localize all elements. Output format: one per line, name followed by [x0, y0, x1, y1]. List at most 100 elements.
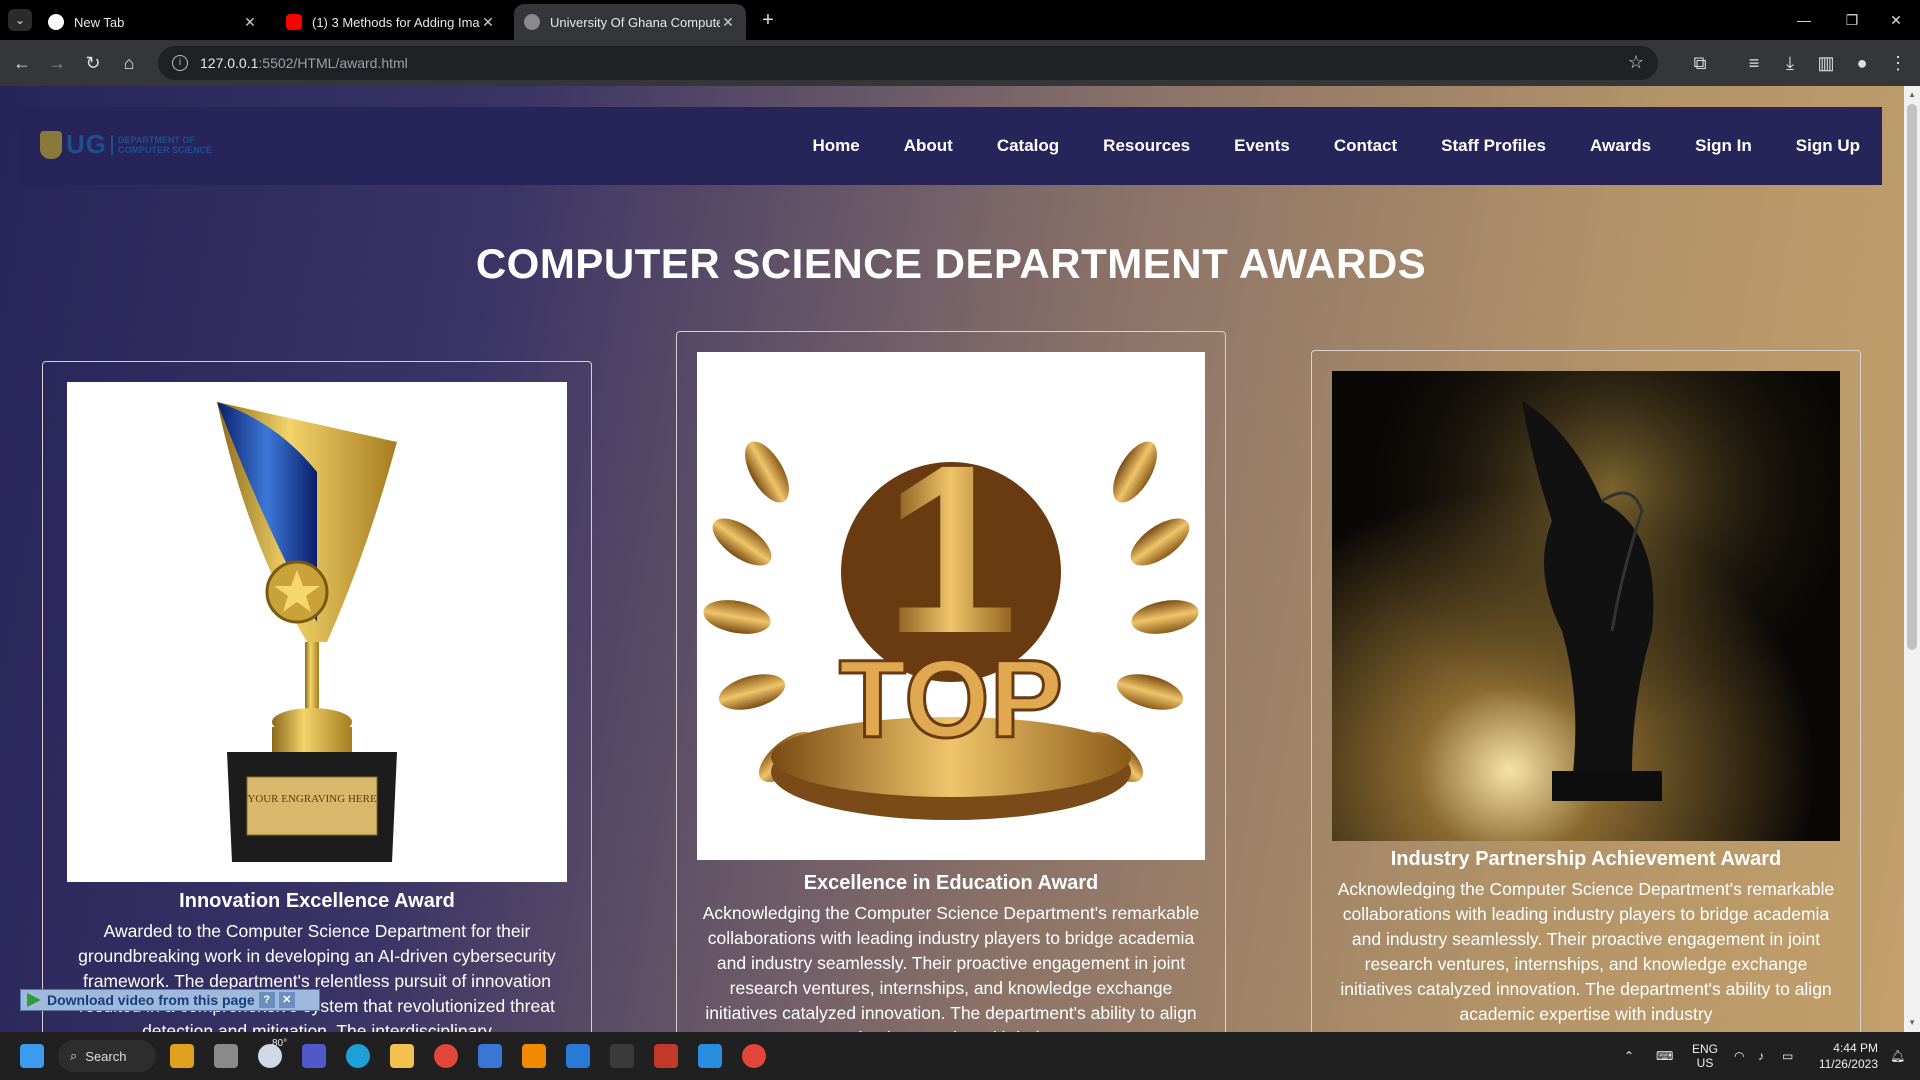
crest-icon: [40, 130, 62, 159]
tab-search-dropdown-icon[interactable]: ⌄: [8, 9, 32, 31]
windows-start-icon[interactable]: [20, 1044, 44, 1068]
tab-new-tab[interactable]: New Tab ✕: [38, 4, 268, 40]
page-title: COMPUTER SCIENCE DEPARTMENT AWARDS: [475, 240, 1427, 287]
download-video-label[interactable]: Download video from this page: [47, 992, 255, 1008]
tab-youtube[interactable]: (1) 3 Methods for Adding Imag ✕: [276, 4, 506, 40]
scroll-down-arrow-icon[interactable]: ▼: [1908, 1018, 1916, 1027]
download-icon[interactable]: ⤓: [1776, 49, 1804, 77]
search-label: Search: [85, 1048, 127, 1064]
paint-icon[interactable]: [566, 1044, 590, 1068]
top-one-award-image: 1 TOP: [697, 352, 1205, 860]
volume-icon[interactable]: ♪: [1758, 1032, 1764, 1080]
close-tab-icon[interactable]: ✕: [720, 14, 736, 31]
reload-icon[interactable]: ↻: [79, 49, 107, 77]
file-explorer-icon[interactable]: [390, 1044, 414, 1068]
close-tab-icon[interactable]: ✕: [242, 14, 258, 31]
scroll-up-arrow-icon[interactable]: ▲: [1908, 90, 1916, 99]
back-arrow-icon[interactable]: ←: [8, 49, 36, 77]
download-video-bar[interactable]: Download video from this page ? ✕: [20, 989, 320, 1011]
clock-date: 11/26/2023: [1818, 1057, 1878, 1071]
edge-icon[interactable]: [346, 1044, 370, 1068]
widgets-icon[interactable]: [170, 1044, 194, 1068]
address-bar[interactable]: i 127.0.0.1:5502/HTML/award.html ☆: [158, 46, 1658, 80]
battery-icon[interactable]: ▭: [1782, 1032, 1793, 1080]
language-indicator[interactable]: ENG US: [1692, 1032, 1718, 1080]
site-logo[interactable]: UG DEPARTMENT OF COMPUTER SCIENCE: [40, 129, 212, 160]
home-icon[interactable]: ⌂: [115, 49, 143, 77]
clock[interactable]: 4:44 PM 11/26/2023: [1819, 1040, 1878, 1072]
language-code: ENG: [1692, 1042, 1719, 1056]
award-title: Excellence in Education Award: [803, 872, 1099, 894]
award-card-education: 1 TOP Excellence in Education Award Ackn…: [676, 331, 1226, 1032]
youtube-icon: [286, 14, 302, 30]
nav-sign-in[interactable]: Sign In: [1695, 136, 1752, 156]
award-title: Industry Partnership Achievement Award: [1390, 848, 1782, 870]
main-navigation: Home About Catalog Resources Events Cont…: [791, 107, 1883, 185]
weather-temperature: 80°: [272, 1038, 288, 1049]
logo-subtitle-line-2: COMPUTER SCIENCE: [118, 144, 213, 155]
award-description: Awarded to the Computer Science Departme…: [78, 921, 556, 1032]
wifi-icon[interactable]: ◠: [1734, 1032, 1744, 1080]
award-card-innovation: YOUR ENGRAVING HERE Innovation Excellenc…: [42, 361, 592, 1032]
black-sculpture-award-image: [1332, 371, 1840, 841]
site-navbar: UG DEPARTMENT OF COMPUTER SCIENCE Home A…: [18, 107, 1882, 185]
tray-chevron-icon[interactable]: ⌃: [1624, 1032, 1634, 1080]
nav-catalog[interactable]: Catalog: [997, 136, 1059, 156]
browser-toolbar: ← → ↻ ⌂ i 127.0.0.1:5502/HTML/award.html…: [0, 40, 1920, 86]
logo-text: UG: [66, 129, 107, 159]
nav-staff-profiles[interactable]: Staff Profiles: [1441, 136, 1546, 156]
extensions-icon[interactable]: ⧉: [1686, 49, 1714, 77]
tab-title: New Tab: [74, 14, 125, 30]
close-overlay-icon[interactable]: ✕: [278, 992, 295, 1008]
nav-sign-up[interactable]: Sign Up: [1796, 136, 1860, 156]
keyboard-icon[interactable]: ⌨: [1656, 1032, 1673, 1080]
bookmark-star-icon[interactable]: ☆: [1628, 52, 1644, 73]
chrome-taskbar-icon[interactable]: [434, 1044, 458, 1068]
nav-home[interactable]: Home: [813, 136, 860, 156]
tab-title: (1) 3 Methods for Adding Imag: [312, 14, 480, 30]
profile-avatar-icon[interactable]: ●: [1848, 49, 1876, 77]
award-description: Acknowledging the Computer Science Depar…: [1337, 879, 1835, 1024]
region-code: US: [1696, 1056, 1714, 1070]
search-icon: ⌕: [70, 1048, 78, 1063]
scrollbar-thumb[interactable]: [1907, 104, 1917, 650]
browser-menu-icon[interactable]: ⋮: [1884, 49, 1912, 77]
site-info-icon[interactable]: i: [172, 55, 188, 71]
side-panel-icon[interactable]: ▥: [1812, 49, 1840, 77]
engraving-plate-text: YOUR ENGRAVING HERE: [247, 793, 377, 805]
store-icon[interactable]: [478, 1044, 502, 1068]
task-view-icon[interactable]: [214, 1044, 238, 1068]
vlc-icon[interactable]: [522, 1044, 546, 1068]
vscode-icon[interactable]: [698, 1044, 722, 1068]
award-description: Acknowledging the Computer Science Depar…: [702, 903, 1200, 1032]
nav-resources[interactable]: Resources: [1103, 136, 1190, 156]
page-content: UG DEPARTMENT OF COMPUTER SCIENCE Home A…: [0, 86, 1920, 1032]
winrar-icon[interactable]: [654, 1044, 678, 1068]
taskbar-search[interactable]: ⌕ Search: [58, 1040, 156, 1072]
nav-about[interactable]: About: [904, 136, 953, 156]
media-control-icon[interactable]: ≡: [1740, 49, 1768, 77]
close-window-icon[interactable]: ✕: [1868, 0, 1920, 40]
logo-subtitle: DEPARTMENT OF COMPUTER SCIENCE: [111, 134, 213, 155]
windows-taskbar: ⌕ Search 80° ⌃ ⌨ ENG US ◠ ♪ ▭ 4:44 PM 11…: [0, 1032, 1920, 1080]
terminal-icon[interactable]: [610, 1044, 634, 1068]
chrome-icon: [48, 14, 64, 30]
new-tab-plus-icon[interactable]: +: [756, 8, 780, 32]
browser-tab-bar: ⌄ New Tab ✕ (1) 3 Methods for Adding Ima…: [0, 0, 1920, 40]
url-path: :5502/HTML/award.html: [258, 55, 408, 71]
award-title: Innovation Excellence Award: [179, 890, 455, 912]
chrome-active-icon[interactable]: [742, 1044, 766, 1068]
tab-university-ghana[interactable]: University Of Ghana Computer ✕: [514, 4, 746, 40]
logo-subtitle-line-1: DEPARTMENT OF: [118, 134, 195, 145]
nav-events[interactable]: Events: [1234, 136, 1290, 156]
nav-contact[interactable]: Contact: [1334, 136, 1397, 156]
nav-awards[interactable]: Awards: [1590, 136, 1651, 156]
forward-arrow-icon[interactable]: →: [43, 49, 71, 77]
help-icon[interactable]: ?: [258, 992, 275, 1008]
teams-icon[interactable]: [302, 1044, 326, 1068]
notification-bell-icon[interactable]: 🔔︎: [1890, 1032, 1905, 1080]
close-tab-icon[interactable]: ✕: [480, 14, 496, 31]
tab-title: University Of Ghana Computer: [550, 14, 720, 30]
award-card-industry: Industry Partnership Achievement Award A…: [1311, 350, 1861, 1032]
trophy-cup-image: YOUR ENGRAVING HERE: [67, 382, 567, 882]
